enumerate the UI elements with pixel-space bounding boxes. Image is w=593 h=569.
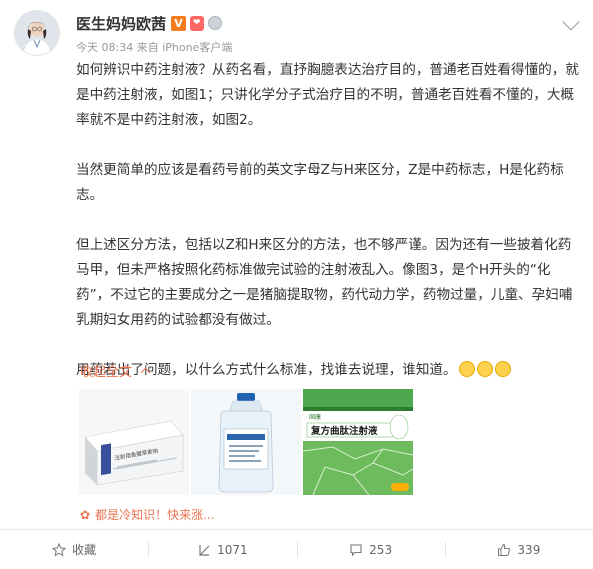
repost-icon [197, 543, 211, 557]
product-brand: 国康 [309, 413, 321, 421]
like-button[interactable]: 339 [444, 530, 593, 569]
repost-count: 1071 [217, 542, 248, 557]
comment-button[interactable]: 253 [296, 530, 445, 569]
post-header: 医生妈妈欧茜 V ❤ 今天 08:34 来自 iPhone客户端 [0, 0, 593, 62]
flower-icon: ✿ [80, 507, 91, 522]
post-paragraph: 当然更简单的应该是看药号前的英文字母Z与H来区分，Z是中药标志，H是化药标志。 [76, 162, 564, 203]
like-count: 339 [517, 542, 541, 557]
hot-topic-label: 都是冷知识！快来涨... [95, 508, 215, 522]
post-paragraph: 但上述区分方法，包括以Z和H来区分的方法，也不够严谨。因为还有一些披着化药马甲，… [76, 237, 573, 328]
image-thumbnail-3[interactable]: 国康 复方曲肽注射液 [303, 389, 413, 495]
collapse-label: 收起全文 [80, 365, 133, 380]
collapse-button[interactable]: 收起全文 [80, 361, 151, 380]
image-thumbnail-2[interactable] [191, 389, 301, 495]
emoji-icon [458, 361, 475, 377]
comment-icon [349, 543, 363, 557]
vip-icon: ❤ [190, 15, 204, 31]
star-icon [52, 542, 67, 557]
medal-icon [207, 16, 222, 30]
hot-topic-link[interactable]: ✿ 都是冷知识！快来涨... [80, 506, 215, 523]
avatar[interactable] [14, 10, 60, 56]
post-meta: 今天 08:34 来自 iPhone客户端 [76, 41, 233, 54]
favorite-label: 收藏 [72, 543, 97, 557]
chevron-down-icon[interactable] [562, 13, 580, 31]
verified-icon: V [171, 15, 187, 31]
repost-button[interactable]: 1071 [148, 530, 296, 569]
post-paragraph: 如何辨识中药注射液？从药名看，直抒胸臆表达治疗目的，普通老百姓看得懂的，就是中药… [76, 62, 579, 128]
action-bar: 收藏 1071 253 339 [0, 530, 593, 569]
emoji-icon [494, 361, 511, 377]
like-icon [497, 543, 511, 557]
chevron-up-icon [140, 367, 151, 378]
comment-count: 253 [369, 542, 393, 557]
post-content: 如何辨识中药注射液？从药名看，直抒胸臆表达治疗目的，普通老百姓看得懂的，就是中药… [76, 58, 579, 383]
image-thumbnail-1[interactable]: 注射用鱼腥草素钠 [79, 389, 189, 495]
username[interactable]: 医生妈妈欧茜 [76, 13, 166, 34]
post-paragraph-last: 用药若出了问题，以什么方式什么标准，找谁去说理，谁知道。 [76, 358, 579, 383]
favorite-button[interactable]: 收藏 [0, 530, 148, 569]
name-row: 医生妈妈欧茜 V ❤ [76, 13, 222, 33]
emoji-icon [476, 361, 493, 377]
product-title: 复方曲肽注射液 [310, 425, 378, 437]
